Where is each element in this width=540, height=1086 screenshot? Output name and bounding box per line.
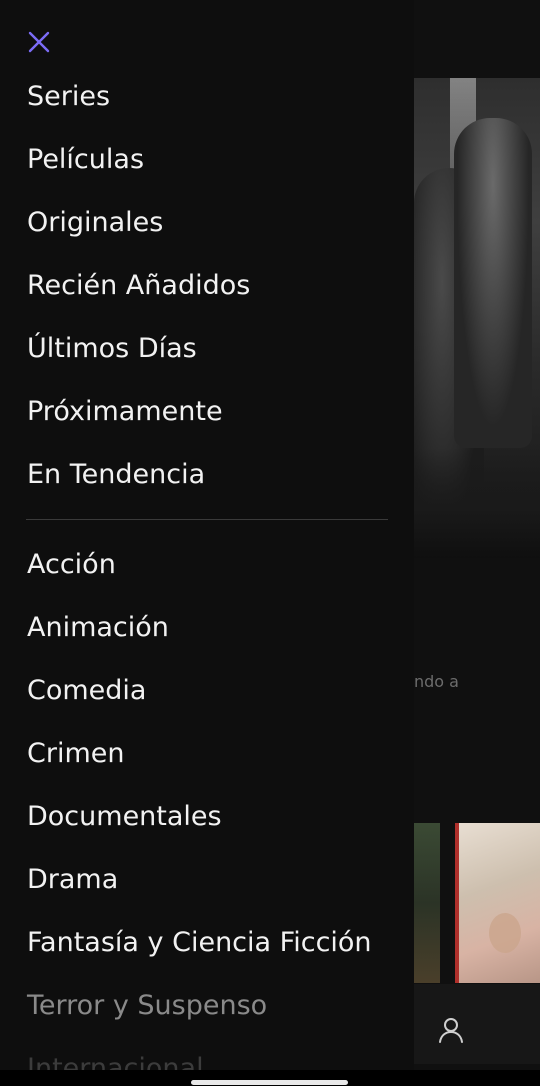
genre-item-international[interactable]: Internacional: [27, 1049, 204, 1070]
menu-divider: [26, 519, 388, 520]
menu-item-trending[interactable]: En Tendencia: [27, 455, 205, 495]
hero-image[interactable]: [414, 78, 540, 558]
menu-item-series[interactable]: Series: [27, 77, 110, 117]
menu-item-coming-soon[interactable]: Próximamente: [27, 392, 223, 432]
menu-item-last-days[interactable]: Últimos Días: [27, 329, 197, 369]
genre-item-action[interactable]: Acción: [27, 545, 116, 585]
hero-ground: [414, 448, 540, 558]
menu-item-originals[interactable]: Originales: [27, 203, 163, 243]
hero-description-fragment: ndo a: [414, 672, 459, 691]
genre-item-fantasy-scifi[interactable]: Fantasía y Ciencia Ficción: [27, 923, 372, 963]
genre-item-comedy[interactable]: Comedia: [27, 671, 146, 711]
genre-item-horror-suspense[interactable]: Terror y Suspenso: [27, 986, 267, 1026]
thumbnail-figure: [489, 913, 521, 953]
genre-item-drama[interactable]: Drama: [27, 860, 118, 900]
menu-item-recently-added[interactable]: Recién Añadidos: [27, 266, 250, 306]
navigation-drawer: Series Películas Originales Recién Añadi…: [0, 0, 414, 1070]
genre-item-crime[interactable]: Crimen: [27, 734, 124, 774]
bottom-navigation: [414, 984, 540, 1064]
home-indicator[interactable]: [191, 1080, 348, 1085]
genre-item-documentaries[interactable]: Documentales: [27, 797, 222, 837]
hero-figure-right: [454, 118, 532, 448]
content-thumbnail[interactable]: [455, 823, 540, 983]
content-thumbnail[interactable]: [414, 823, 440, 983]
profile-icon[interactable]: [437, 1016, 465, 1044]
menu-item-movies[interactable]: Películas: [27, 140, 144, 180]
close-icon[interactable]: [24, 27, 54, 57]
screen: ndo a Series Películas Originales Recién…: [0, 0, 540, 1086]
genre-item-animation[interactable]: Animación: [27, 608, 169, 648]
